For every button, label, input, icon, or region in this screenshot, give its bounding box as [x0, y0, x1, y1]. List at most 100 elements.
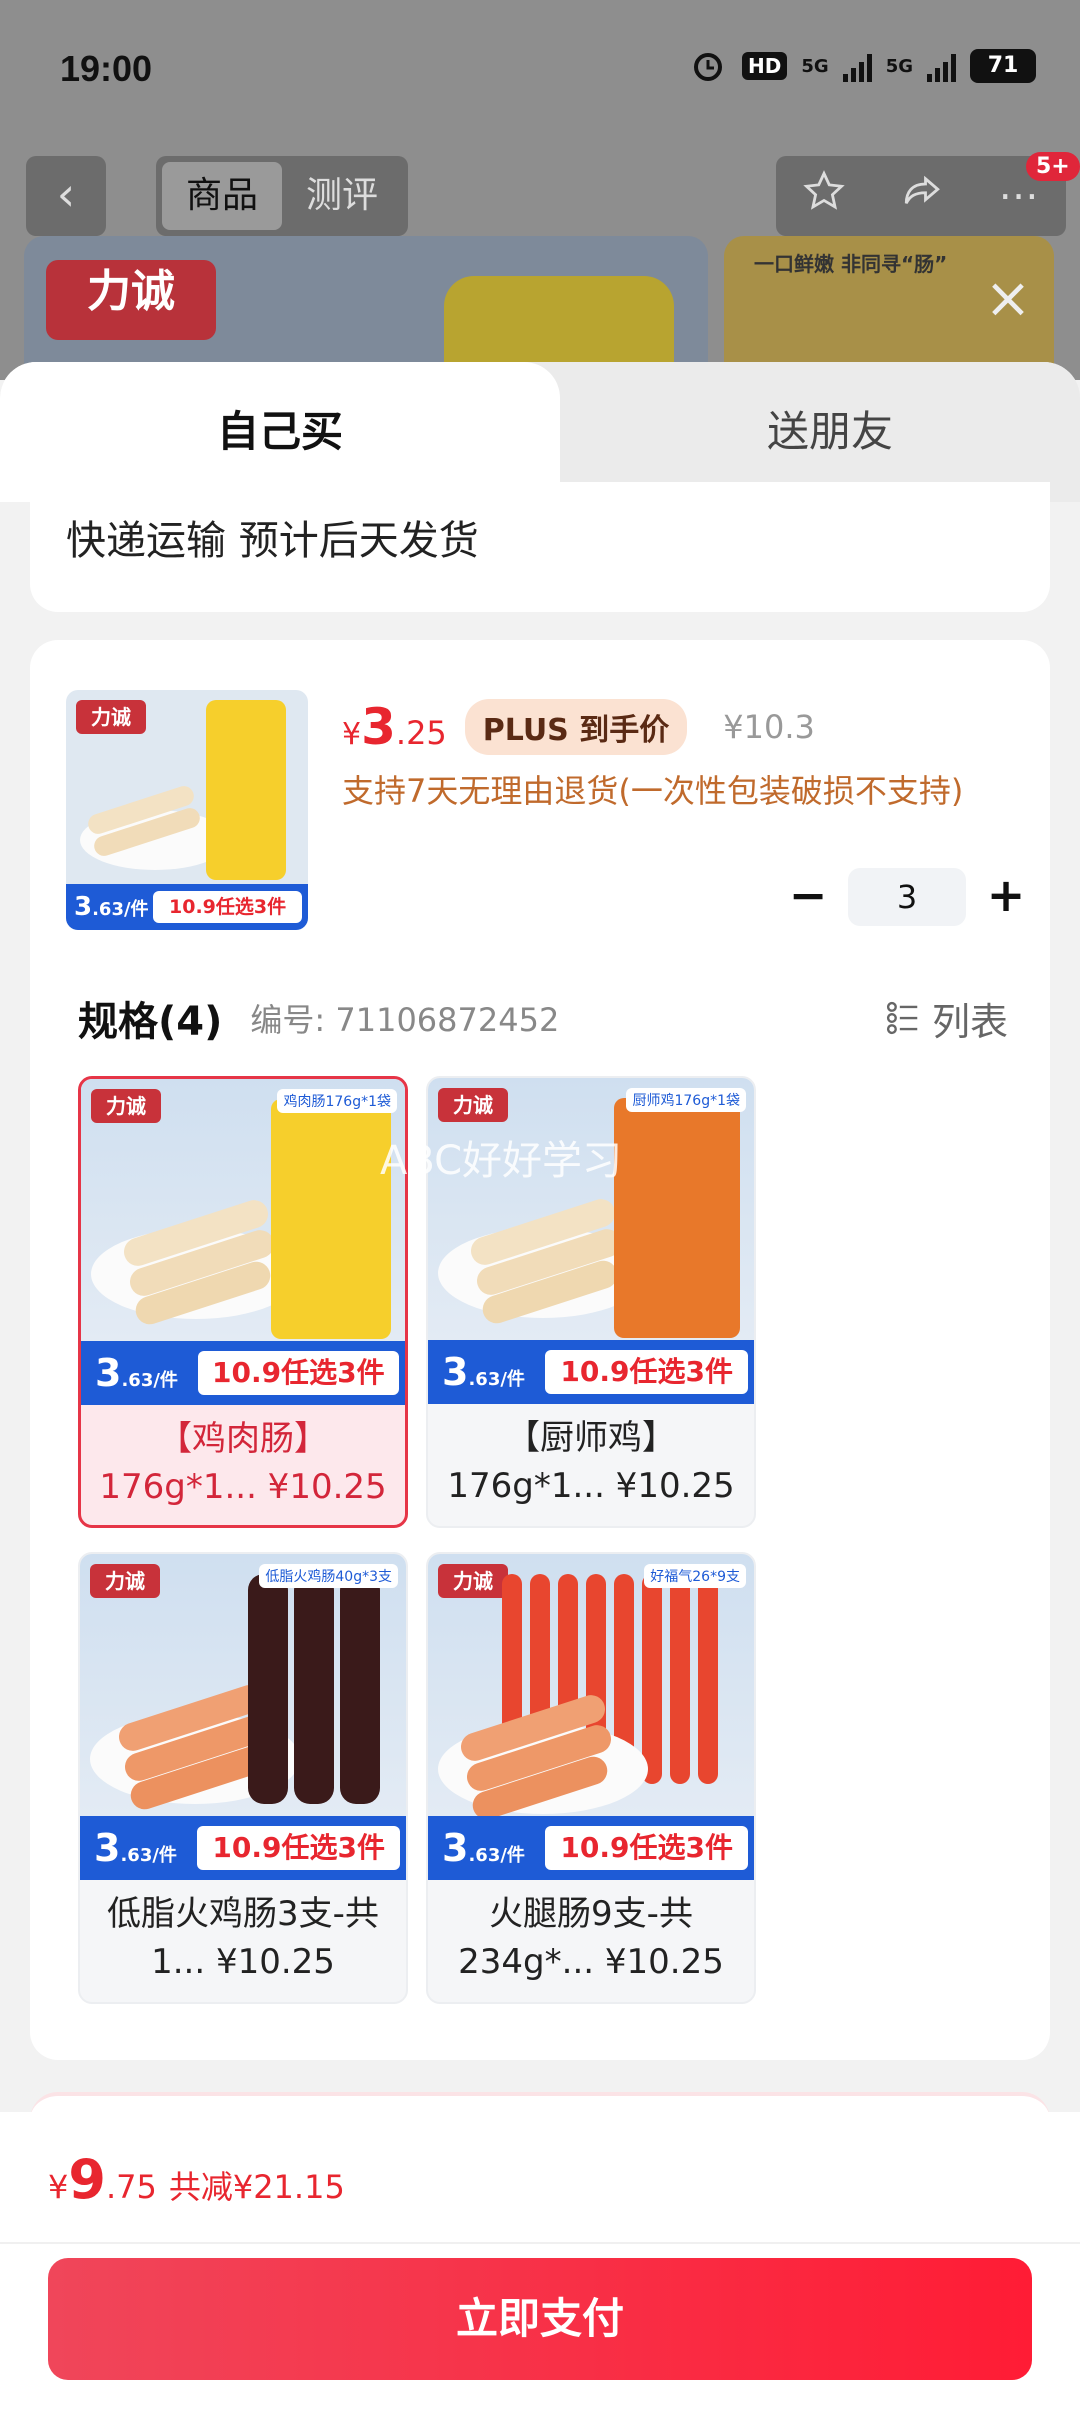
brand-logo: 力诚: [46, 260, 216, 340]
spec-tag: 厨师鸡176g*1袋: [626, 1088, 746, 1112]
price-decimal: .25: [395, 714, 447, 752]
original-price: ¥10.3: [723, 708, 815, 746]
promo-price: 3.63/件: [442, 1826, 525, 1870]
promo-deal: 10.9任选3件: [545, 1350, 748, 1394]
package-image: [271, 1099, 391, 1339]
package-image: [614, 1098, 740, 1338]
package-image: [248, 1574, 288, 1804]
close-icon[interactable]: ×: [980, 271, 1036, 330]
status-icons: HD 5G 5G 71: [688, 48, 1036, 84]
promo-deal: 10.9任选3件: [197, 1826, 400, 1870]
spec-label: 火腿肠9支-共 234g*... ¥10.25: [458, 1894, 724, 1982]
package-image: [340, 1574, 380, 1804]
tab-review[interactable]: 测评: [282, 162, 402, 230]
watermark: ABC好好学习: [380, 1138, 623, 1184]
package-image: [670, 1574, 690, 1784]
package-image: [206, 700, 286, 880]
package-image: [698, 1574, 718, 1784]
list-view-label: 列表: [931, 999, 1008, 1044]
spec-label: 低脂火鸡肠3支-共 1... ¥10.25: [107, 1894, 379, 1982]
spec-tag: 好福气26*9支: [644, 1564, 746, 1588]
spec-title: 规格(4): [78, 999, 223, 1045]
quantity-stepper: − 3 +: [768, 868, 1046, 926]
spec-tag: 鸡肉肠176g*1袋: [277, 1089, 397, 1113]
network-type-2: 5G: [885, 55, 913, 77]
spec-image: 力诚 好福气26*9支 3.63/件 10.9任选3件: [428, 1554, 754, 1880]
nav-actions: ⋯: [776, 156, 1066, 236]
promo-price: 3.63/件: [442, 1350, 525, 1394]
brand-logo: 力诚: [76, 700, 146, 734]
message-badge: 5+: [1026, 152, 1080, 181]
tab-gift-friend[interactable]: 送朋友: [580, 362, 1080, 502]
more-icon[interactable]: ⋯: [999, 173, 1039, 219]
shipping-info: 快递运输 预计后天发货: [66, 518, 479, 564]
promo-price: 3.63/件: [74, 892, 149, 922]
signal-icon: [842, 50, 872, 82]
promo-price: 3.63/件: [95, 1351, 178, 1395]
total-symbol: ¥: [48, 2168, 69, 2206]
top-nav: ‹ 商品 测评 ⋯ 5+: [0, 152, 1080, 236]
tab-product[interactable]: 商品: [162, 162, 282, 230]
spec-image: 力诚 鸡肉肠176g*1袋 3.63/件 10.9任选3件: [81, 1079, 405, 1405]
decrease-button[interactable]: −: [768, 868, 848, 926]
promo-bar: 3.63/件 10.9任选3件: [428, 1340, 754, 1404]
tab-buy-self[interactable]: 自己买: [0, 362, 560, 502]
star-icon[interactable]: [803, 170, 846, 222]
signal-icon-2: [927, 50, 956, 82]
spec-label: 【鸡肉肠】 176g*1... ¥10.25: [99, 1419, 387, 1507]
promo-bar: 3.63/件 10.9任选3件: [81, 1341, 405, 1405]
brand-logo: 力诚: [91, 1089, 161, 1123]
spec-option-chicken[interactable]: 力诚 鸡肉肠176g*1袋 3.63/件 10.9任选3件 【鸡肉肠】 176g…: [78, 1076, 408, 1528]
promo-bar: 3.63/件 10.9任选3件: [80, 1816, 406, 1880]
brand-logo: 力诚: [438, 1088, 508, 1122]
share-icon[interactable]: [900, 170, 944, 222]
package-image: [642, 1574, 662, 1784]
list-view-toggle[interactable]: 列表: [884, 991, 1008, 1046]
total-price: ¥ 9 .75 共减¥21.15: [48, 2148, 345, 2211]
network-type-1: 5G: [801, 55, 829, 77]
promo-bar: 3.63/件 10.9任选3件: [428, 1816, 754, 1880]
promo-deal: 10.9任选3件: [197, 1351, 399, 1395]
battery-icon: 71: [970, 49, 1036, 83]
product-number: 编号: 71106872452: [250, 1001, 560, 1039]
back-icon[interactable]: ‹: [26, 156, 106, 236]
return-policy: 支持7天无理由退货(一次性包装破损不支持): [342, 772, 964, 810]
sheet-tabs: 自己买 送朋友: [0, 362, 1080, 502]
hd-voice-icon: HD: [742, 52, 788, 80]
spec-label: 【厨师鸡】 176g*1... ¥10.25: [447, 1418, 735, 1506]
spec-image: 力诚 厨师鸡176g*1袋 3.63/件 10.9任选3件: [428, 1078, 754, 1404]
price-symbol: ¥: [342, 717, 362, 752]
plus-price-tag: PLUS 到手价: [464, 699, 688, 755]
price-line: ¥ 3 .25 PLUS 到手价 ¥10.3: [342, 698, 815, 756]
shipping-card: 快递运输 预计后天发货: [30, 482, 1050, 612]
promo-bar: 3.63/件 10.9任选3件: [66, 884, 308, 930]
increase-button[interactable]: +: [966, 868, 1046, 926]
spec-option-ham-sausage[interactable]: 力诚 好福气26*9支 3.63/件 10.9任选3件 火腿肠9支-共 234g…: [426, 1552, 756, 2004]
brand-logo: 力诚: [438, 1564, 508, 1598]
banner-image: 力诚: [24, 236, 708, 380]
status-time: 19:00: [60, 48, 153, 89]
total-integer: 9: [68, 2148, 106, 2211]
nav-tabs: 商品 测评: [156, 156, 408, 236]
spec-header: 规格(4) 编号: 71106872452 列表: [78, 988, 1008, 1048]
pay-now-button[interactable]: 立即支付: [48, 2258, 1032, 2380]
purchase-sheet: 自己买 送朋友 快递运输 预计后天发货 力诚 3.63/件 10.9任选3件 ¥…: [0, 362, 1080, 2412]
divider: [0, 2242, 1080, 2244]
status-bar: 19:00 HD 5G 5G 71: [0, 0, 1080, 140]
product-card: 力诚 3.63/件 10.9任选3件 ¥ 3 .25 PLUS 到手价 ¥10.…: [30, 640, 1050, 2060]
alarm-icon: [688, 48, 728, 84]
promo-deal: 10.9任选3件: [153, 891, 302, 923]
promo-deal: 10.9任选3件: [545, 1826, 748, 1870]
bottom-bar: ¥ 9 .75 共减¥21.15 立即支付: [0, 2112, 1080, 2412]
package-image: [294, 1574, 334, 1804]
brand-logo: 力诚: [90, 1564, 160, 1598]
spec-image: 力诚 低脂火鸡肠40g*3支 3.63/件 10.9任选3件: [80, 1554, 406, 1880]
spec-option-low-fat-turkey[interactable]: 力诚 低脂火鸡肠40g*3支 3.63/件 10.9任选3件 低脂火鸡肠3支-共…: [78, 1552, 408, 2004]
quantity-value[interactable]: 3: [848, 868, 966, 926]
promo-price: 3.63/件: [94, 1826, 177, 1870]
list-icon: [886, 1001, 918, 1035]
spec-tag: 低脂火鸡肠40g*3支: [259, 1564, 398, 1588]
price-integer: 3: [361, 698, 396, 756]
banner-slogan: 一口鲜嫩 非同寻“肠”: [754, 252, 948, 276]
product-thumbnail: 力诚 3.63/件 10.9任选3件: [66, 690, 308, 930]
